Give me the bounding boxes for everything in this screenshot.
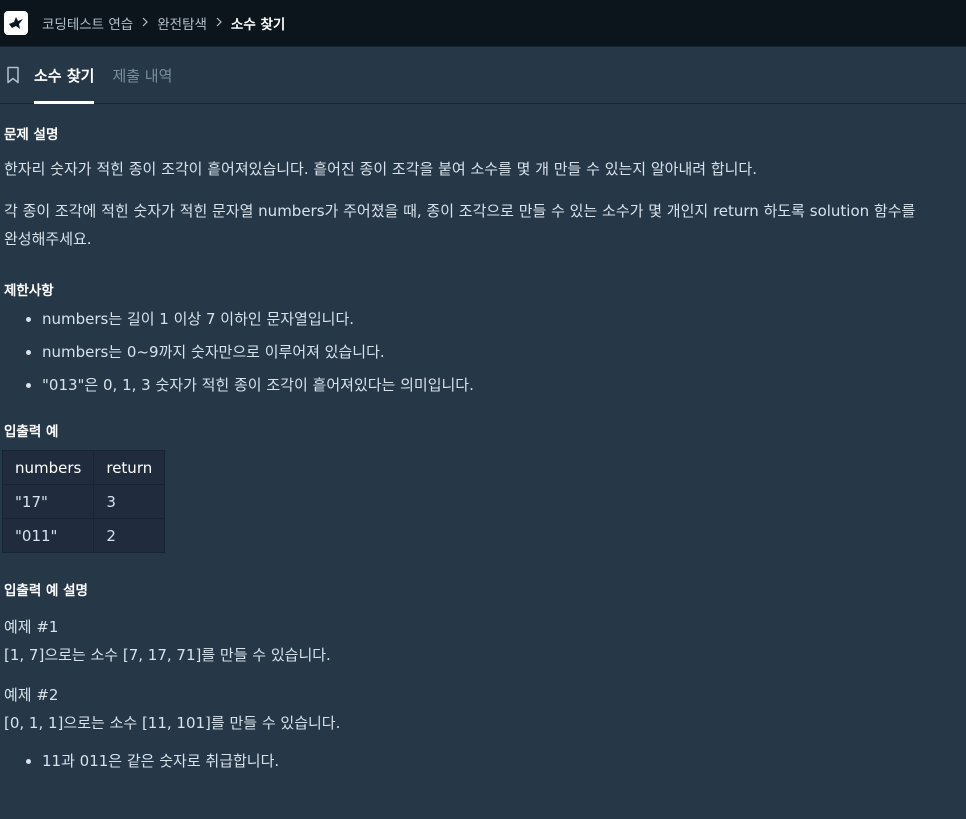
constraints-heading: 제한사항 <box>4 283 54 299</box>
table-row: "011" 2 <box>1 518 166 553</box>
list-item: 11과 011은 같은 숫자로 취급합니다. <box>42 745 962 778</box>
tab-problem[interactable]: 소수 찾기 <box>34 47 95 104</box>
breadcrumb-item-category[interactable]: 완전탐색 <box>157 13 207 33</box>
bird-logo-icon[interactable] <box>4 11 28 35</box>
table-cell: "011" <box>1 518 95 553</box>
list-item: "013"은 0, 1, 3 숫자가 적힌 종이 조각이 흩어져있다는 의미입니… <box>42 369 962 402</box>
example-2-title: 예제 #2 <box>4 686 59 704</box>
examples-heading: 입출력 예 <box>4 424 59 440</box>
breadcrumb-current: 소수 찾기 <box>230 17 286 33</box>
explanation-list: 11과 011은 같은 숫자로 취급합니다. <box>4 745 962 778</box>
problem-paragraph-2-line-1: 각 종이 조각에 적힌 숫자가 적힌 문자열 numbers가 주어졌을 때, … <box>4 202 916 220</box>
list-item: numbers는 0~9까지 숫자만으로 이루어져 있습니다. <box>42 336 962 369</box>
examples-table: numbers return "17" 3 "011" 2 <box>1 450 166 553</box>
problem-paragraph-2-line-2: 완성해주세요. <box>4 230 92 248</box>
tab-bar: 소수 찾기 제출 내역 <box>0 47 966 104</box>
bookmark-icon[interactable] <box>6 47 24 103</box>
breadcrumb-item-coding-test[interactable]: 코딩테스트 연습 <box>42 13 133 33</box>
table-header-return: return <box>93 450 166 485</box>
problem-heading: 문제 설명 <box>4 127 59 143</box>
problem-content: 문제 설명 한자리 숫자가 적힌 종이 조각이 흩어져있습니다. 흩어진 종이 … <box>0 104 966 778</box>
tab-submissions[interactable]: 제출 내역 <box>112 47 172 103</box>
constraints-list: numbers는 길이 1 이상 7 이하인 문자열입니다. numbers는 … <box>4 303 962 402</box>
example-2-text: [0, 1, 1]으로는 소수 [11, 101]를 만들 수 있습니다. <box>4 714 341 732</box>
explanation-heading: 입출력 예 설명 <box>4 583 88 599</box>
chevron-right-icon <box>141 16 149 31</box>
top-navigation-bar: 코딩테스트 연습 완전탐색 소수 찾기 <box>0 0 966 47</box>
tab-submissions-label: 제출 내역 <box>112 66 173 85</box>
table-row: "17" 3 <box>1 484 166 519</box>
table-cell: "17" <box>1 484 95 519</box>
example-1-title: 예제 #1 <box>4 618 59 636</box>
problem-paragraph-1: 한자리 숫자가 적힌 종이 조각이 흩어져있습니다. 흩어진 종이 조각을 붙여… <box>4 160 757 178</box>
table-header-numbers: numbers <box>1 450 95 485</box>
tab-problem-label: 소수 찾기 <box>34 66 95 85</box>
table-cell: 3 <box>93 484 166 519</box>
example-1-text: [1, 7]으로는 소수 [7, 17, 71]를 만들 수 있습니다. <box>4 646 331 664</box>
chevron-right-icon <box>215 16 223 31</box>
table-header-row: numbers return <box>1 450 166 485</box>
table-cell: 2 <box>93 518 166 553</box>
list-item: numbers는 길이 1 이상 7 이하인 문자열입니다. <box>42 303 962 336</box>
